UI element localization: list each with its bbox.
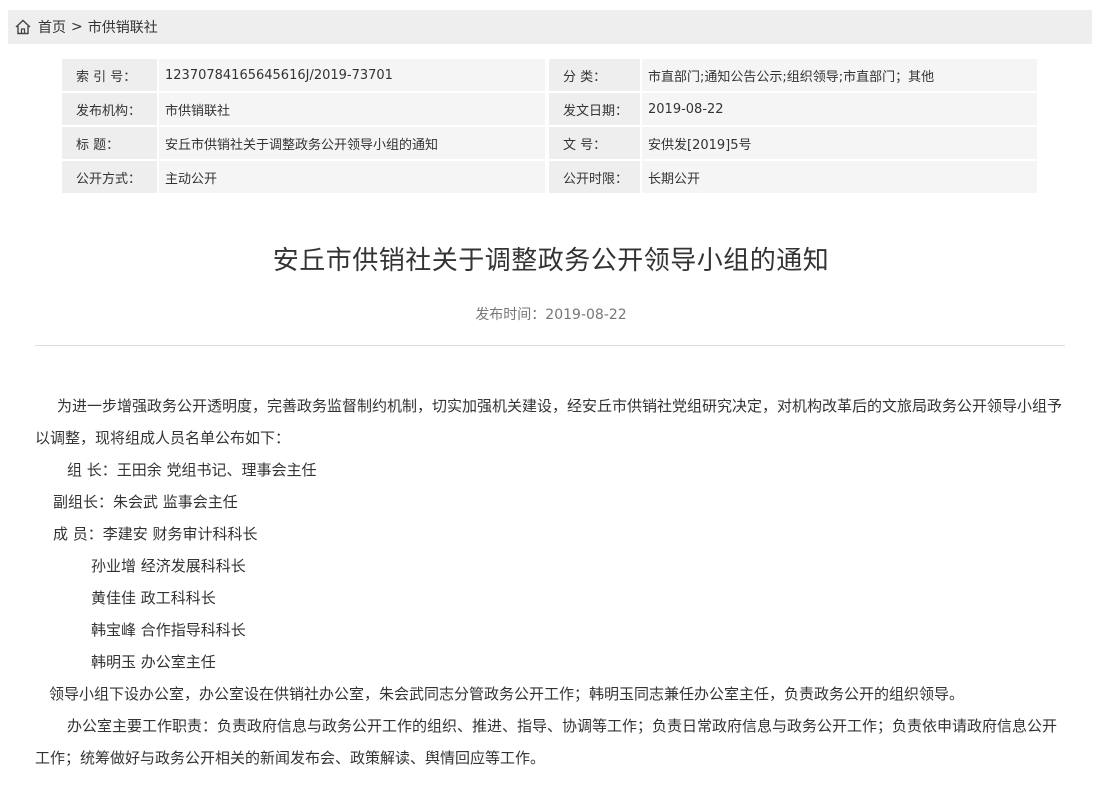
- home-icon[interactable]: [14, 18, 32, 36]
- member-line: 成 员：李建安 财务审计科科长: [53, 525, 258, 543]
- index-label: 索 引 号：: [62, 59, 157, 91]
- method-label: 公开方式：: [62, 161, 157, 193]
- article-title: 安丘市供销社关于调整政务公开领导小组的通知: [272, 246, 830, 276]
- member-line: 黄佳佳 政工科科长: [91, 589, 216, 607]
- publish-time: 发布时间：2019-08-22: [475, 307, 627, 323]
- method-value: 主动公开: [157, 161, 545, 193]
- docno-value: 安供发[2019]5号: [640, 127, 1037, 159]
- intro-paragraph: 为进一步增强政务公开透明度，完善政务监督制约机制，切实加强机关建设，经安丘市供销…: [35, 397, 1063, 447]
- breadcrumb: 首页 > 市供销联社: [8, 10, 1092, 44]
- period-label: 公开时限：: [545, 161, 640, 193]
- breadcrumb-separator: >: [71, 19, 83, 35]
- title-value: 安丘市供销社关于调整政务公开领导小组的通知: [157, 127, 545, 159]
- breadcrumb-home-link[interactable]: 首页: [38, 17, 66, 37]
- office-paragraph: 领导小组下设办公室，办公室设在供销社办公室，朱会武同志分管政务公开工作；韩明玉同…: [49, 685, 965, 703]
- metadata-row: 索 引 号： 12370784165645616J/2019-73701 分 类…: [62, 59, 1037, 91]
- category-label: 分 类：: [545, 59, 640, 91]
- document-metadata-table: 索 引 号： 12370784165645616J/2019-73701 分 类…: [62, 57, 1037, 195]
- title-label: 标 题：: [62, 127, 157, 159]
- index-value: 12370784165645616J/2019-73701: [157, 59, 545, 91]
- metadata-row: 标 题： 安丘市供销社关于调整政务公开领导小组的通知 文 号： 安供发[2019…: [62, 127, 1037, 159]
- docno-label: 文 号：: [545, 127, 640, 159]
- member-line: 韩明玉 办公室主任: [91, 653, 216, 671]
- member-line: 孙业增 经济发展科科长: [91, 557, 246, 575]
- date-label: 发文日期：: [545, 93, 640, 125]
- metadata-row: 公开方式： 主动公开 公开时限： 长期公开: [62, 161, 1037, 193]
- date-value: 2019-08-22: [640, 93, 1037, 125]
- category-value: 市直部门;通知公告公示;组织领导;市直部门；其他: [640, 59, 1037, 91]
- divider: [35, 345, 1065, 346]
- leader-line: 组 长：王田余 党组书记、理事会主任: [67, 461, 317, 479]
- member-line: 韩宝峰 合作指导科科长: [91, 621, 246, 639]
- metadata-row: 发布机构： 市供销联社 发文日期： 2019-08-22: [62, 93, 1037, 125]
- article-body: 为进一步增强政务公开透明度，完善政务监督制约机制，切实加强机关建设，经安丘市供销…: [35, 390, 1067, 774]
- publisher-label: 发布机构：: [62, 93, 157, 125]
- publisher-value: 市供销联社: [157, 93, 545, 125]
- duties-paragraph: 办公室主要工作职责：负责政府信息与政务公开工作的组织、推进、指导、协调等工作；负…: [35, 717, 1058, 767]
- deputy-line: 副组长：朱会武 监事会主任: [53, 493, 238, 511]
- breadcrumb-current-link[interactable]: 市供销联社: [88, 17, 158, 37]
- period-value: 长期公开: [640, 161, 1037, 193]
